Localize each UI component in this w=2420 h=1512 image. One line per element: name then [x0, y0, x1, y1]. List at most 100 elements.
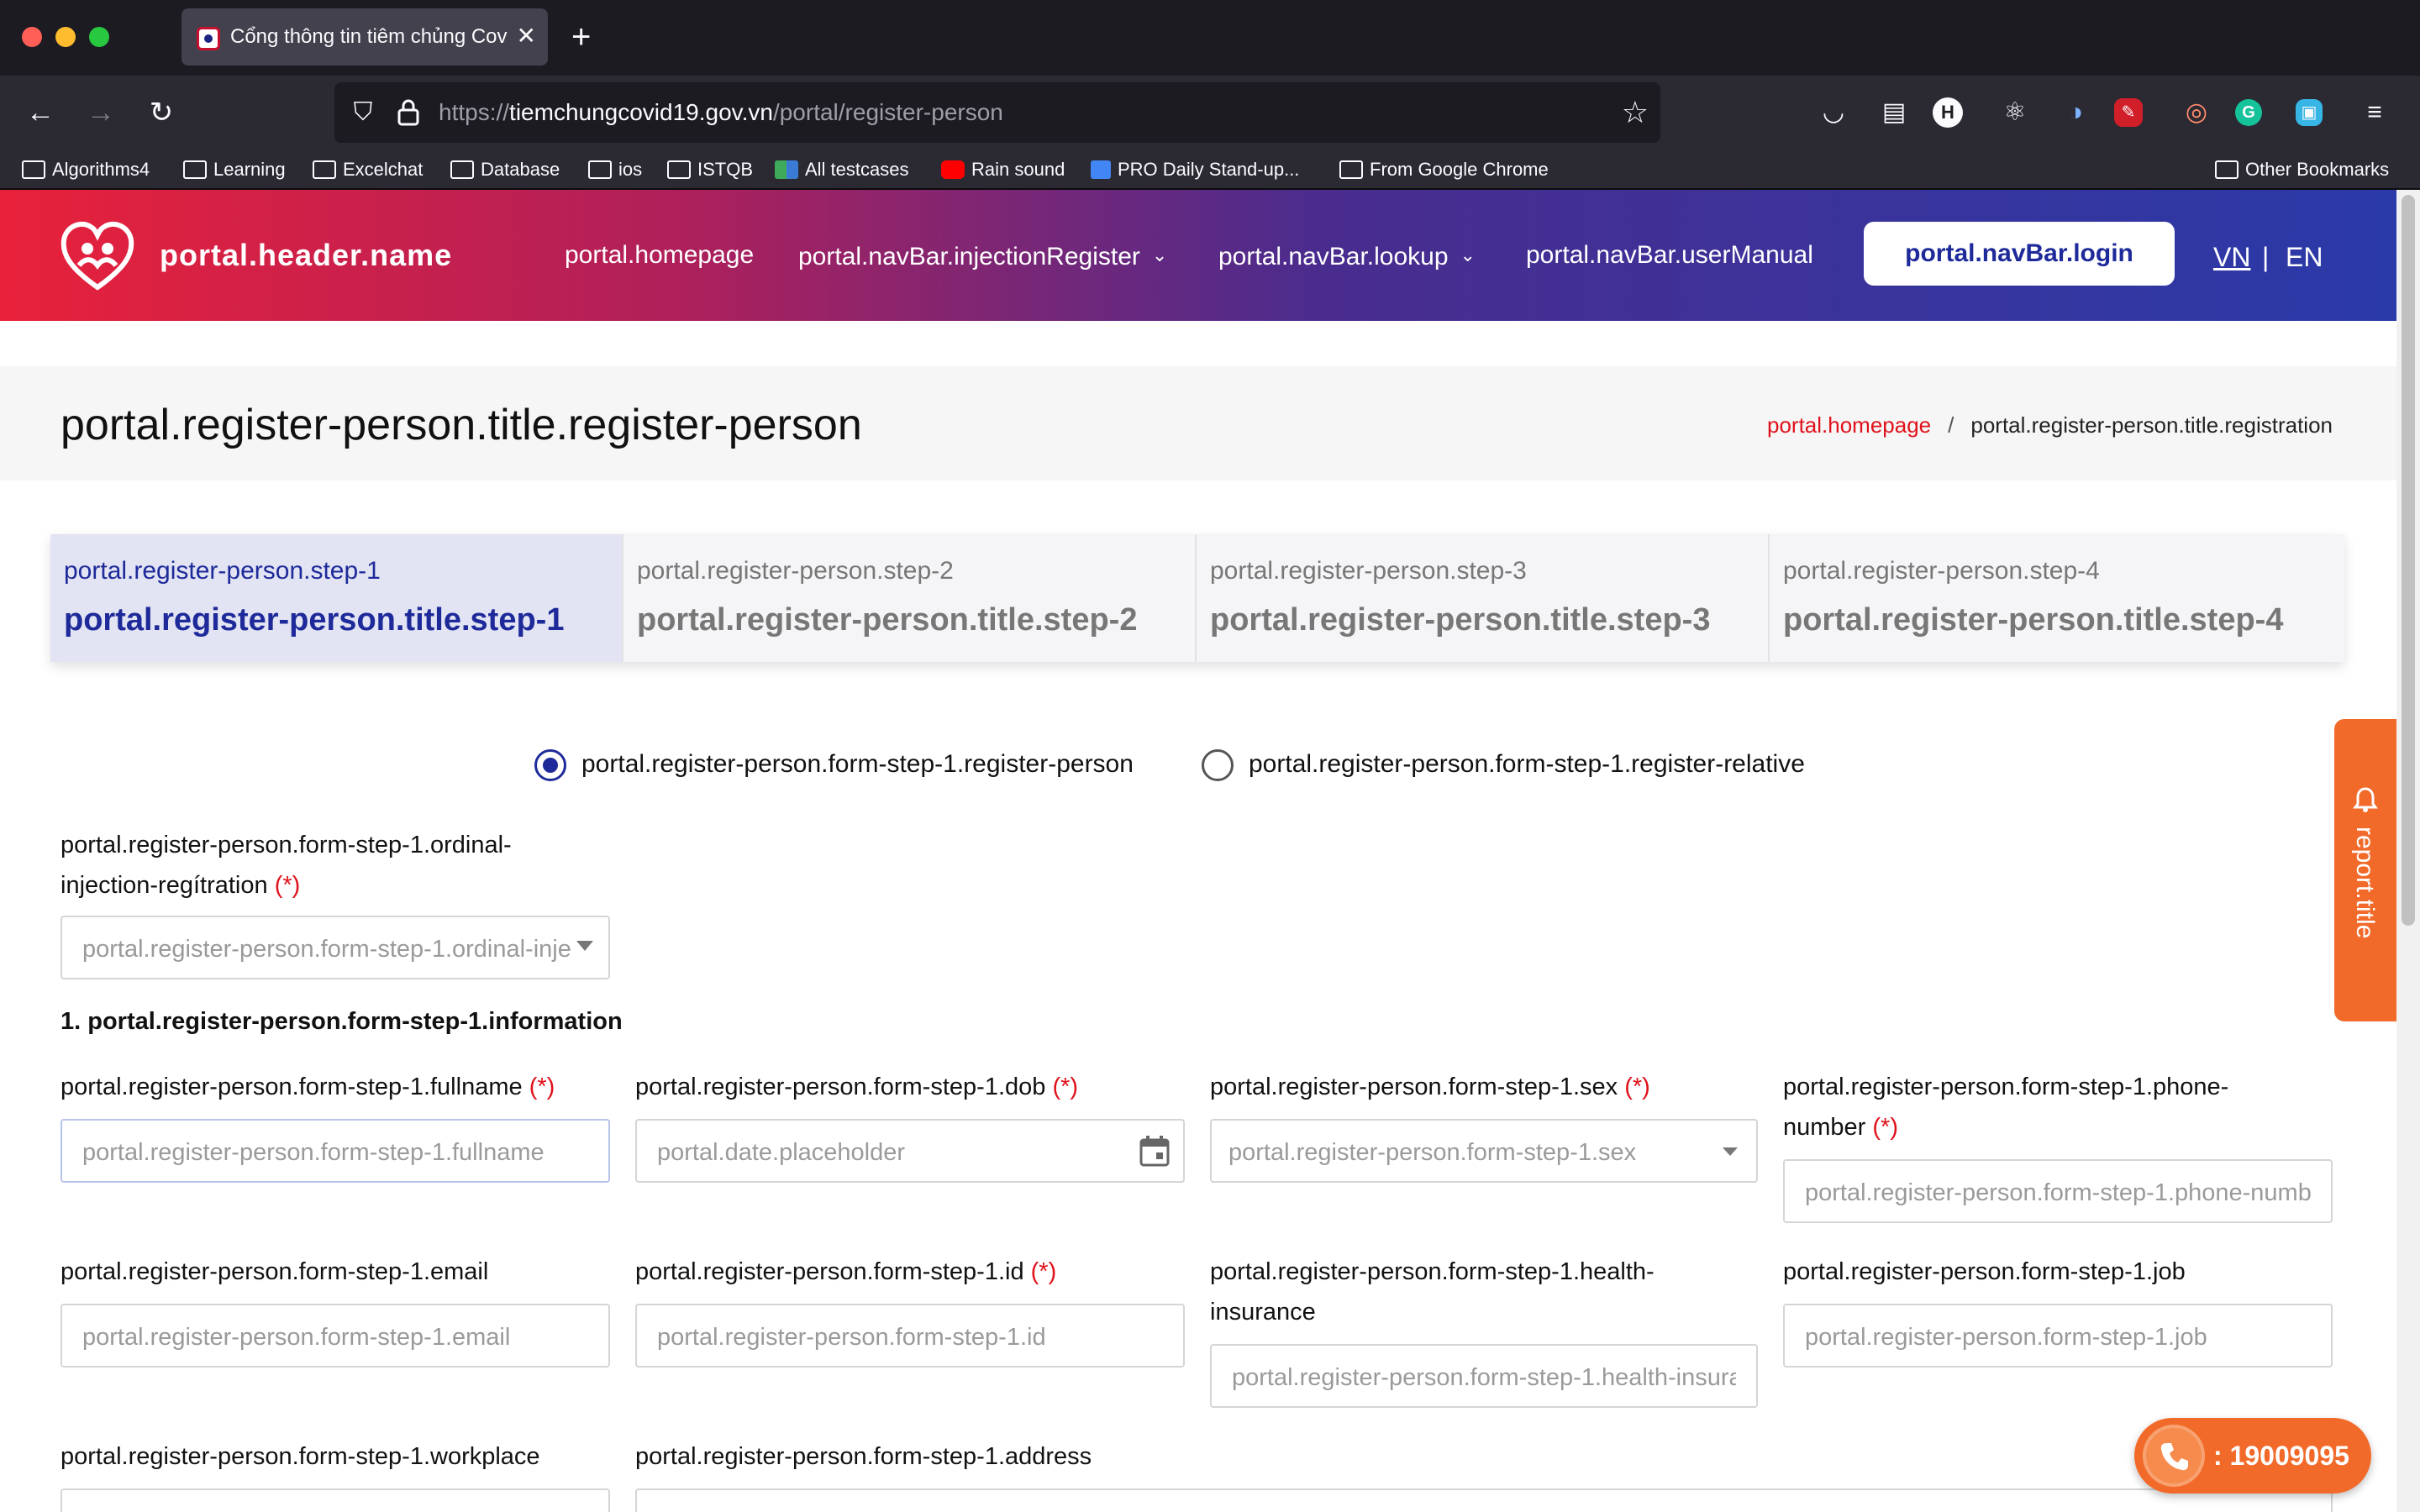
dob-input[interactable]: portal.date.placeholder	[635, 1119, 1185, 1183]
breadcrumb: portal.homepage / portal.register-person.t…	[1767, 410, 2333, 440]
ordinal-injection-select[interactable]: portal.register-person.form-step-1.ordin…	[60, 916, 610, 979]
back-arrow-icon[interactable]: ←	[22, 94, 59, 131]
id-input[interactable]: portal.register-person.form-step-1.id	[635, 1304, 1185, 1368]
email-input[interactable]: portal.register-person.form-step-1.email	[60, 1304, 610, 1368]
step-3[interactable]: portal.register-person.step-3 portal.reg…	[1197, 534, 1770, 662]
lock-icon[interactable]	[392, 94, 425, 131]
url-text[interactable]: https://tiemchungcovid19.gov.vn/portal/r…	[439, 97, 1003, 128]
bookmark-item[interactable]: Other Bookmarks	[2215, 155, 2389, 185]
bookmark-item[interactable]: From Google Chrome	[1339, 155, 1549, 185]
health-insurance-input[interactable]: portal.register-person.form-step-1.healt…	[1210, 1344, 1758, 1408]
reload-icon[interactable]: ↻	[143, 94, 180, 131]
bookmark-item[interactable]: Database	[450, 155, 560, 185]
nav-user-manual[interactable]: portal.navBar.userManual	[1526, 237, 1813, 274]
address-bar[interactable]: ⛉ https://tiemchungcovid19.gov.vn/portal…	[334, 82, 1660, 143]
honey-extension-icon[interactable]: H	[1933, 97, 1963, 128]
lang-vn-link[interactable]: VN	[2213, 239, 2250, 276]
address-input[interactable]	[635, 1488, 2333, 1512]
job-label: portal.register-person.form-step-1.job	[1783, 1258, 2186, 1285]
site-logo-icon[interactable]	[60, 220, 134, 291]
radio-register-person[interactable]: portal.register-person.form-step-1.regis…	[534, 744, 1190, 785]
login-button[interactable]: portal.navBar.login	[1864, 222, 2175, 286]
bookmark-item[interactable]: Algorithms4	[22, 155, 150, 185]
reader-view-icon[interactable]: ▤	[1872, 91, 1916, 134]
chevron-down-icon: ⌄	[1460, 244, 1476, 265]
dropdown-caret-icon	[576, 941, 593, 951]
job-input[interactable]: portal.register-person.form-step-1.job	[1783, 1304, 2333, 1368]
radio-unchecked-icon[interactable]	[1202, 749, 1234, 781]
save-extension-icon[interactable]: ▣	[2296, 99, 2323, 126]
label-line: insurance	[1210, 1299, 1316, 1326]
sex-label: portal.register-person.form-step-1.sex (…	[1210, 1067, 1650, 1107]
page-scrollbar[interactable]	[2396, 190, 2420, 1512]
new-tab-icon[interactable]: +	[571, 18, 591, 55]
extension-blue-icon[interactable]: ◑	[2054, 91, 2097, 134]
email-label: portal.register-person.form-step-1.email	[60, 1258, 489, 1285]
label-line: portal.register-person.form-step-1.phone…	[1783, 1074, 2229, 1100]
bookmark-item[interactable]: All testcases	[775, 155, 909, 185]
bookmark-item[interactable]: ios	[588, 155, 642, 185]
url-host: tiemchungcovid19.gov.vn	[509, 99, 773, 125]
folder-icon	[450, 160, 474, 179]
step-title: portal.register-person.title.step-4	[1783, 602, 2284, 638]
bookmark-item[interactable]: Rain sound	[941, 155, 1065, 185]
extension-eyes-icon[interactable]: ◎	[2175, 91, 2218, 134]
docs-icon	[1091, 160, 1111, 179]
url-path: /portal/register-person	[772, 99, 1003, 125]
phone-number-input[interactable]: portal.register-person.form-step-1.phone…	[1783, 1159, 2333, 1223]
fullname-label: portal.register-person.form-step-1.fulln…	[60, 1067, 555, 1107]
required-mark: (*)	[1052, 1074, 1079, 1100]
page-viewport: portal.header.name portal.homepage porta…	[0, 190, 2396, 1512]
nav-injection-register[interactable]: portal.navBar.injectionRegister ⌄	[798, 237, 1167, 276]
hamburger-menu-icon[interactable]: ≡	[2353, 91, 2396, 134]
tab-close-icon[interactable]: ✕	[517, 22, 536, 50]
window-minimize-button[interactable]	[55, 27, 76, 47]
extension-red-icon[interactable]: ✎	[2114, 98, 2143, 127]
hotline-button[interactable]: : 19009095	[2134, 1418, 2371, 1494]
input-placeholder: portal.register-person.form-step-1.id	[657, 1324, 1046, 1351]
scrollbar-thumb[interactable]	[2402, 195, 2415, 926]
radio-label: portal.register-person.form-step-1.regis…	[1249, 750, 1805, 778]
label-text: portal.register-person.form-step-1.id	[635, 1258, 1024, 1285]
bookmark-star-icon[interactable]: ☆	[1622, 94, 1649, 131]
folder-icon	[183, 160, 207, 179]
folder-icon	[588, 160, 612, 179]
browser-tab-active[interactable]: Cổng thông tin tiêm chủng Covid ✕	[182, 8, 548, 66]
window-zoom-button[interactable]	[89, 27, 109, 47]
url-scheme: https://	[439, 99, 510, 125]
bookmark-item[interactable]: Learning	[183, 155, 286, 185]
report-side-tab[interactable]: report.title	[2334, 719, 2396, 1021]
nav-lookup[interactable]: portal.navBar.lookup ⌄	[1218, 237, 1476, 276]
window-close-button[interactable]	[22, 27, 42, 47]
label-line: injection-regítration (*)	[60, 865, 615, 906]
step-1[interactable]: portal.register-person.step-1 portal.reg…	[50, 534, 623, 662]
bookmark-item[interactable]: Excelchat	[313, 155, 423, 185]
step-2[interactable]: portal.register-person.step-2 portal.reg…	[623, 534, 1197, 662]
bookmark-label: Rain sound	[971, 159, 1065, 180]
folder-icon	[22, 160, 45, 179]
lang-en-link[interactable]: EN	[2286, 239, 2323, 276]
bookmark-item[interactable]: ISTQB	[667, 155, 753, 185]
site-name[interactable]: portal.header.name	[160, 235, 452, 276]
breadcrumb-home-link[interactable]: portal.homepage	[1767, 412, 1931, 438]
sex-select[interactable]: portal.register-person.form-step-1.sex	[1210, 1119, 1758, 1183]
workplace-input[interactable]	[60, 1488, 610, 1512]
step-number: portal.register-person.step-4	[1783, 557, 2100, 585]
radio-register-relative[interactable]: portal.register-person.form-step-1.regis…	[1202, 744, 1874, 785]
react-devtools-icon[interactable]: ⚛	[1993, 91, 2037, 134]
nav-homepage[interactable]: portal.homepage	[565, 237, 754, 274]
forward-arrow-icon[interactable]: →	[82, 94, 119, 131]
tracking-shield-icon[interactable]: ⛉	[346, 94, 380, 131]
pocket-icon[interactable]: ◡	[1812, 91, 1855, 134]
calendar-icon[interactable]	[1138, 1134, 1171, 1168]
step-4[interactable]: portal.register-person.step-4 portal.reg…	[1770, 534, 2344, 662]
label-text: portal.register-person.form-step-1.dob	[635, 1074, 1046, 1100]
page-title: portal.register-person.title.register-pe…	[60, 401, 862, 449]
fullname-input[interactable]: portal.register-person.form-step-1.fulln…	[60, 1119, 610, 1183]
bookmark-label: ios	[618, 159, 643, 180]
bookmark-label: All testcases	[805, 159, 909, 180]
radio-checked-icon[interactable]	[534, 749, 566, 781]
bookmark-item[interactable]: PRO Daily Stand-up...	[1091, 155, 1299, 185]
input-placeholder: portal.register-person.form-step-1.job	[1805, 1324, 2207, 1351]
grammarly-icon[interactable]: G	[2235, 99, 2262, 126]
